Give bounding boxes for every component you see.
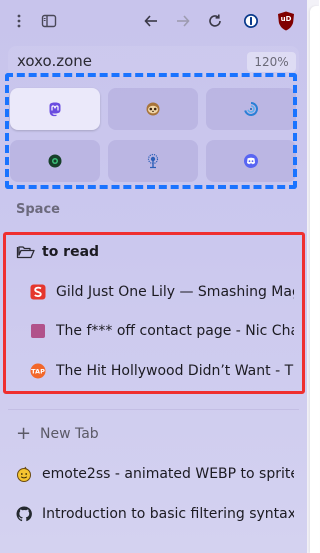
forward-arrow-icon[interactable]	[172, 10, 194, 32]
github-icon	[16, 506, 32, 522]
sidebar: uD xoxo.zone 120% Space to read Gild Jus…	[0, 0, 307, 553]
ublock-badge-text: uD	[280, 15, 292, 23]
divider	[8, 409, 299, 410]
reload-icon[interactable]	[204, 10, 226, 32]
space-label: Space	[16, 202, 60, 217]
web-content-edge	[310, 6, 319, 553]
url-bar[interactable]: xoxo.zone 120%	[8, 46, 299, 76]
password-manager-icon[interactable]	[240, 10, 262, 32]
url-text[interactable]: xoxo.zone	[17, 52, 92, 70]
emote-icon	[16, 466, 32, 482]
back-arrow-icon[interactable]	[140, 10, 162, 32]
tab-row[interactable]: Introduction to basic filtering syntax	[16, 504, 294, 524]
zoom-badge[interactable]: 120%	[247, 52, 296, 72]
new-tab-label: New Tab	[40, 426, 99, 442]
tab-title: emote2ss - animated WEBP to sprite sheet	[42, 466, 294, 482]
tab-row[interactable]: emote2ss - animated WEBP to sprite sheet	[16, 464, 294, 484]
sidebar-toggle-icon[interactable]	[38, 10, 60, 32]
new-tab-button[interactable]: + New Tab	[16, 424, 296, 444]
tab-title: Introduction to basic filtering syntax	[42, 506, 294, 522]
plus-icon: +	[16, 424, 32, 444]
ublock-shield-icon[interactable]: uD	[277, 11, 295, 31]
kebab-icon[interactable]	[8, 10, 30, 32]
pinned-tabs-highlight	[5, 73, 297, 189]
content-edge	[307, 0, 319, 553]
toolbar: uD	[0, 0, 307, 44]
folder-highlight	[3, 232, 305, 394]
